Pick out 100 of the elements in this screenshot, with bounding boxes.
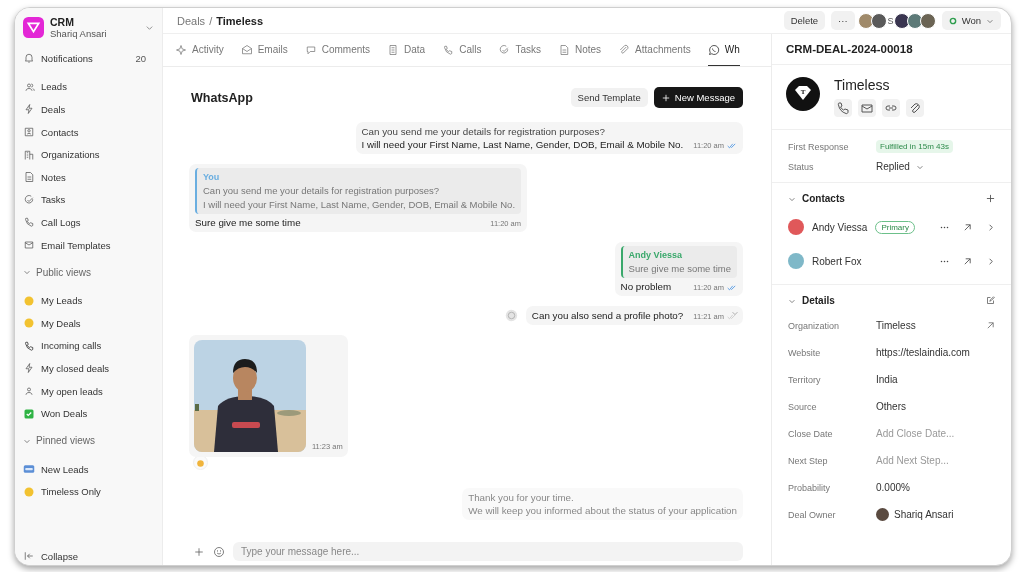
quote-text: Sure give me some time [628,263,731,274]
nav-icon [23,239,35,252]
view-item[interactable]: Won Deals [21,402,156,425]
message-text: Sure give me some time [195,217,301,228]
logo-icon [23,17,44,38]
message-text: I will need your First Name, Last Name, Gender, DOB, Email & Mobile No. [361,139,684,150]
quote-author: You [203,172,221,182]
sidebar-item[interactable]: Contacts [21,120,156,144]
contact-name[interactable]: Andy Viessa [812,221,868,233]
tab[interactable]: Comments [304,34,371,66]
add-icon[interactable] [986,194,995,203]
tab[interactable]: Notes [557,34,602,66]
people-icon [23,385,35,397]
tab[interactable]: Attachments [618,34,691,66]
notifications-item[interactable]: Notifications 20 [21,47,156,70]
tab[interactable]: Calls [442,34,482,66]
tab-icon [557,43,570,56]
chevron-icon[interactable] [145,23,154,32]
bolt-icon [23,362,35,375]
sidebar-item[interactable]: Call Logs [21,211,156,234]
field-value[interactable]: India [876,374,898,385]
view-item[interactable]: My Leads [21,289,156,312]
tab[interactable]: Emails [240,34,288,66]
field-label: Status [788,161,815,172]
more-button[interactable]: ··· [831,11,855,30]
link-icon[interactable] [882,99,900,117]
panel-title: WhatsApp [191,90,253,105]
field-value[interactable]: 0.000% [876,482,910,493]
message-input[interactable]: Type your message here... [233,542,743,561]
field-value[interactable]: Timeless [876,320,916,331]
external-link-icon[interactable] [963,222,972,232]
new-message-button[interactable]: New Message [653,87,743,108]
tab-icon [387,43,400,56]
field-label: Deal Owner [788,509,837,520]
nav-icon [23,126,35,139]
collapse-icon [23,550,35,562]
chevron-icon [23,268,31,277]
edit-icon[interactable] [986,296,995,305]
sidebar-item[interactable]: Deals [21,98,156,121]
section-toggle[interactable]: Details [788,295,835,306]
section-toggle[interactable]: Public views [21,261,156,284]
collapse-button[interactable]: Collapse [21,547,156,565]
tab[interactable]: Activity [175,34,224,66]
smiley-icon[interactable] [213,545,225,558]
field-value[interactable]: Others [876,401,906,412]
sidebar-item[interactable]: Tasks [21,188,156,212]
paperclip-icon[interactable] [906,99,924,117]
tab-icon [304,43,317,56]
tab-icon [175,43,187,56]
user-name: Shariq Ansari [50,28,108,39]
breadcrumb-current: Timeless [216,14,264,27]
avatar-initial: S [887,15,894,26]
nav-icon [23,148,35,161]
view-item[interactable]: My Deals [21,311,156,335]
message-text: Thank you for your time. [468,492,575,503]
view-item[interactable]: New Leads [21,457,156,481]
breadcrumb-separator: / [209,14,213,27]
plus-icon [661,93,670,102]
send-template-button[interactable]: Send Template [570,88,648,107]
sidebar-item[interactable]: Organizations [21,143,156,166]
tab[interactable]: Tasks [498,34,541,66]
tab[interactable]: Data [387,34,426,66]
field-label: Close Date [788,428,834,439]
delete-button[interactable]: Delete [783,11,826,30]
view-item[interactable]: My closed deals [21,357,156,380]
new-badge-icon [23,463,35,476]
tab-icon [442,43,455,56]
sidebar-item[interactable]: Leads [21,75,156,99]
section-toggle[interactable]: Contacts [788,193,845,204]
contact-name[interactable]: Robert Fox [812,255,862,267]
view-item[interactable]: Timeless Only [21,480,156,504]
sidebar-item[interactable]: Email Templates [21,233,156,257]
tab[interactable]: Wh [707,34,740,66]
chevron-right-icon[interactable] [986,222,995,232]
section-toggle[interactable]: Pinned views [21,429,156,452]
status-dropdown[interactable]: Replied [876,161,924,172]
field-value[interactable]: Shariq Ansari [894,509,954,520]
field-value[interactable]: https://teslaindia.com [876,347,970,358]
external-link-icon[interactable] [963,256,972,266]
quote-author: Andy Viessa [628,250,683,260]
breadcrumb-link[interactable]: Deals [177,14,206,27]
response-badge: Fulfilled in 15m 43s [876,140,953,153]
view-item[interactable]: Incoming calls [21,334,156,358]
view-item[interactable]: My open leads [21,379,156,403]
field-label: Probability [788,482,832,493]
chevron-right-icon[interactable] [986,256,995,266]
bell-icon [23,52,35,65]
quote-text: Can you send me your details for registration purposes? [203,185,441,196]
tab-icon [618,43,631,56]
email-icon[interactable] [858,99,876,117]
tab-icon [707,43,720,56]
deal-id: CRM-DEAL-2024-00018 [772,34,1011,65]
sidebar-item[interactable]: Notes [21,165,156,189]
status-dropdown[interactable]: Won [941,11,1001,30]
checkmark-icon [23,407,35,420]
message-text: Can you send me your details for registration purposes? [361,126,606,137]
field-label: First Response [788,141,850,152]
external-link-icon[interactable] [986,321,995,330]
phone-icon[interactable] [834,99,852,117]
plus-icon[interactable] [193,545,205,558]
